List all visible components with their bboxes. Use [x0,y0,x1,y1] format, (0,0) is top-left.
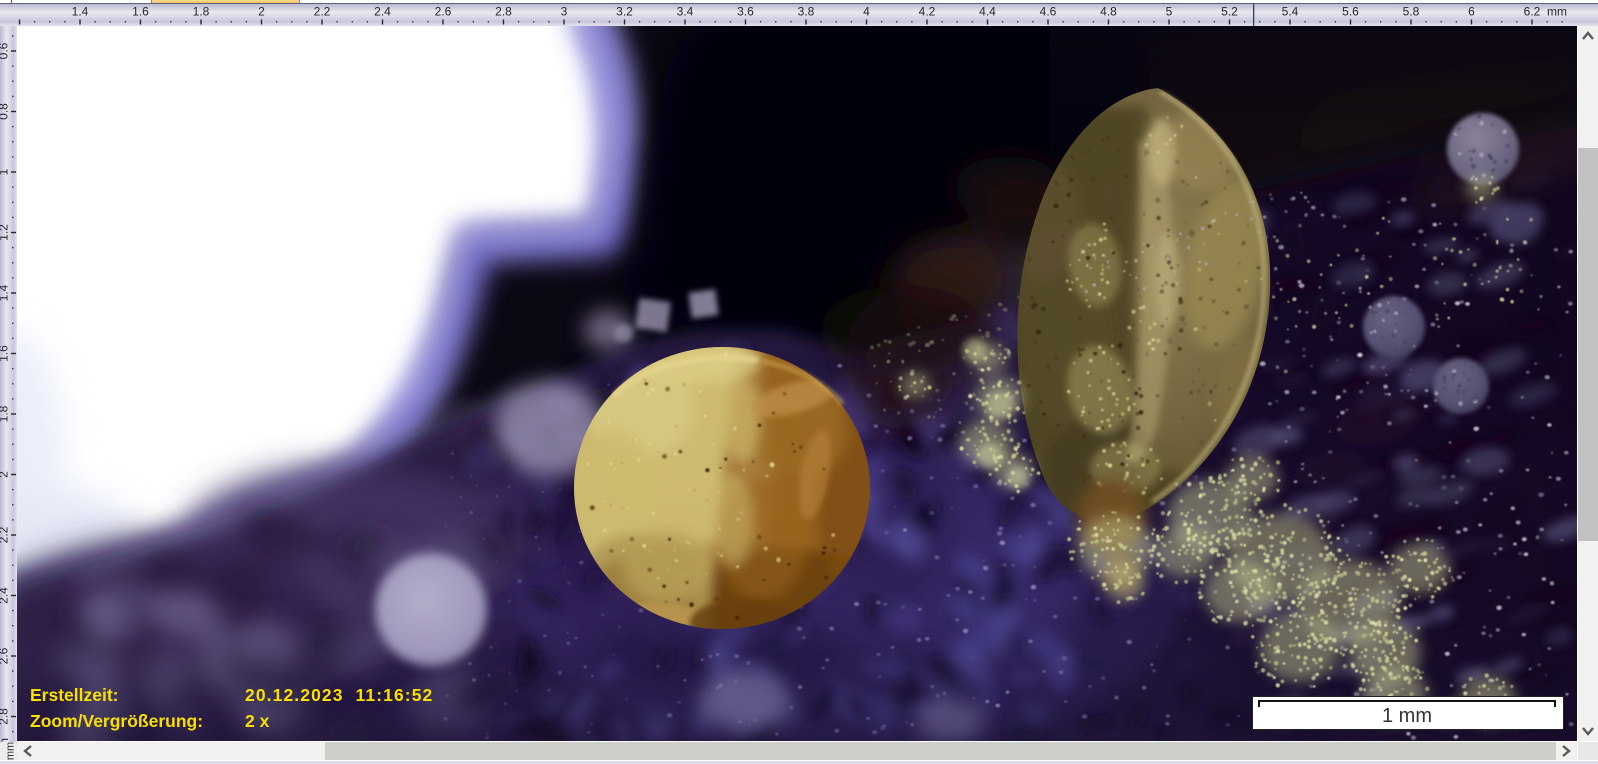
svg-text:3: 3 [561,5,568,19]
svg-text:4.2: 4.2 [919,5,936,19]
svg-text:2.6: 2.6 [435,5,452,19]
svg-text:3.8: 3.8 [798,5,815,19]
svg-text:1: 1 [0,168,11,175]
svg-text:1.6: 1.6 [0,345,11,362]
svg-text:2.4: 2.4 [374,5,391,19]
svg-text:2: 2 [258,5,265,19]
svg-text:0.8: 0.8 [0,103,11,120]
svg-text:2.2: 2.2 [0,526,11,543]
svg-text:3.4: 3.4 [677,5,694,19]
svg-text:6: 6 [1468,5,1475,19]
svg-text:3.2: 3.2 [616,5,633,19]
svg-text:5: 5 [1166,5,1173,19]
svg-text:1.4: 1.4 [72,5,89,19]
svg-text:mm: mm [5,742,17,760]
svg-text:6.2: 6.2 [1524,5,1541,19]
svg-text:4.8: 4.8 [1100,5,1117,19]
svg-text:4.6: 4.6 [1040,5,1057,19]
svg-text:1.4: 1.4 [0,284,11,301]
svg-text:3.6: 3.6 [737,5,754,19]
svg-text:5.8: 5.8 [1403,5,1420,19]
svg-text:2.8: 2.8 [0,708,11,725]
svg-text:5.4: 5.4 [1282,5,1299,19]
svg-text:4: 4 [863,5,870,19]
svg-text:2.2: 2.2 [314,5,331,19]
svg-text:2.4: 2.4 [0,587,11,604]
svg-text:mm: mm [1547,5,1567,19]
svg-text:1.6: 1.6 [132,5,149,19]
svg-text:2.8: 2.8 [495,5,512,19]
svg-text:1.2: 1.2 [0,224,11,241]
svg-text:4.4: 4.4 [979,5,996,19]
svg-text:2.6: 2.6 [0,647,11,664]
svg-text:1.8: 1.8 [193,5,210,19]
svg-text:5.2: 5.2 [1221,5,1238,19]
svg-text:0.6: 0.6 [0,42,11,59]
svg-text:2: 2 [0,471,11,478]
svg-text:1.8: 1.8 [0,405,11,422]
svg-text:5.6: 5.6 [1342,5,1359,19]
svg-text:1 mm: 1 mm [1382,705,1432,727]
